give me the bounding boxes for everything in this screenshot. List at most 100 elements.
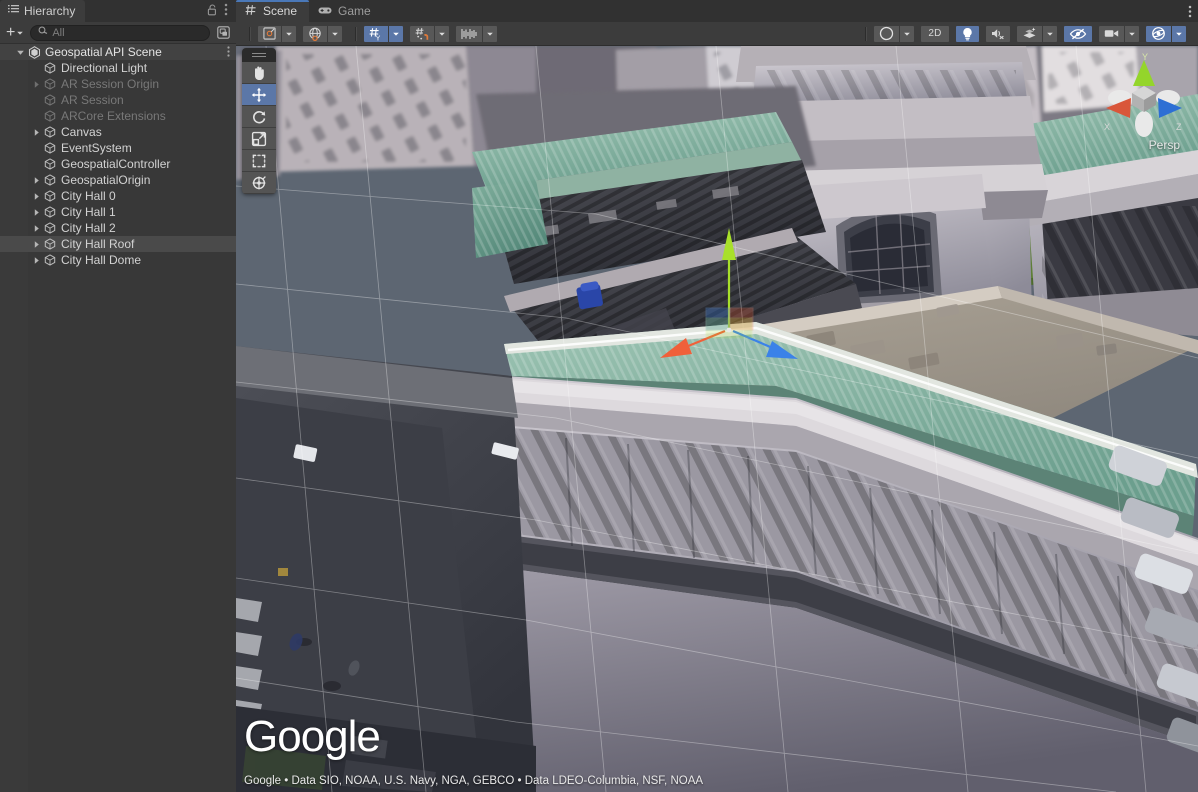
chevron-right-icon[interactable]: [30, 256, 42, 265]
gizmo-axis-z-label: Z: [1176, 122, 1182, 132]
rotate-tool[interactable]: [242, 106, 276, 128]
gameobject-icon: [42, 126, 58, 138]
pivot-toggle[interactable]: [257, 25, 281, 43]
gizmos-dropdown[interactable]: [1171, 25, 1187, 43]
tools-drag-handle[interactable]: [242, 48, 276, 62]
scene-panel-menu[interactable]: [1188, 0, 1192, 22]
add-gameobject-button[interactable]: +: [4, 25, 26, 41]
hierarchy-row-label: AR Session: [58, 93, 124, 107]
gameobject-icon: [42, 238, 58, 250]
gizmos-group: [1145, 25, 1187, 43]
transform-tool[interactable]: [242, 172, 276, 194]
chevron-right-icon[interactable]: [30, 176, 42, 185]
handle-space-dropdown[interactable]: [327, 25, 343, 43]
move-tool[interactable]: [242, 84, 276, 106]
hierarchy-row[interactable]: AR Session Origin: [0, 76, 236, 92]
snap-increment-button[interactable]: [409, 25, 434, 43]
hand-tool[interactable]: [242, 62, 276, 84]
unity-scene-icon: [26, 46, 42, 59]
tab-hierarchy[interactable]: Hierarchy: [0, 0, 85, 22]
fx-dropdown[interactable]: [1042, 25, 1058, 43]
hierarchy-rows: Geospatial API SceneDirectional LightAR …: [0, 44, 236, 268]
sub-window-icon[interactable]: [214, 25, 232, 41]
grid-snapping-group: Y: [363, 25, 404, 43]
scene-lighting-toggle[interactable]: [955, 25, 980, 43]
rect-tool[interactable]: [242, 150, 276, 172]
scene-audio-toggle[interactable]: [985, 25, 1011, 43]
hierarchy-row-label: City Hall 0: [58, 189, 116, 203]
2d-toggle[interactable]: 2D: [920, 25, 950, 43]
hierarchy-row[interactable]: City Hall 0: [0, 188, 236, 204]
scene-camera-dropdown[interactable]: [1124, 25, 1140, 43]
tab-game[interactable]: Game: [309, 0, 383, 22]
gizmos-toggle[interactable]: [1145, 25, 1171, 43]
toolbar-divider: [249, 27, 250, 41]
hierarchy-tab-actions: [207, 0, 232, 22]
toolbar-divider-2: [355, 27, 356, 41]
chevron-right-icon[interactable]: [30, 224, 42, 233]
snap-increment-group: [409, 25, 450, 43]
grid-size-dropdown[interactable]: [482, 25, 498, 43]
hierarchy-row[interactable]: City Hall Dome: [0, 252, 236, 268]
grid-size-slider[interactable]: [455, 25, 482, 43]
scene-viewport[interactable]: Y X Z Persp Google Google • Data SIO, NO…: [236, 46, 1198, 792]
gameobject-icon: [42, 142, 58, 154]
hierarchy-row[interactable]: City Hall 2: [0, 220, 236, 236]
gameobject-icon: [42, 62, 58, 74]
tab-scene[interactable]: Scene: [236, 0, 309, 22]
chevron-down-icon[interactable]: [14, 48, 26, 57]
scene-camera-button[interactable]: [1098, 25, 1124, 43]
hierarchy-row[interactable]: City Hall 1: [0, 204, 236, 220]
scene-tools-overlay: [242, 48, 276, 194]
scene-lighting-group: [955, 25, 980, 43]
chevron-right-icon[interactable]: [30, 208, 42, 217]
chevron-right-icon[interactable]: [30, 128, 42, 137]
hierarchy-search-field[interactable]: [30, 25, 210, 41]
search-icon: [38, 26, 48, 39]
grid-snapping-toggle[interactable]: Y: [363, 25, 388, 43]
hierarchy-row-menu[interactable]: [227, 46, 230, 60]
hierarchy-row[interactable]: GeospatialController: [0, 156, 236, 172]
handle-space-group: [302, 25, 343, 43]
hierarchy-row[interactable]: Canvas: [0, 124, 236, 140]
tab-game-label: Game: [338, 4, 371, 18]
hierarchy-row-label: City Hall Roof: [58, 237, 134, 251]
chevron-right-icon[interactable]: [30, 80, 42, 89]
handle-space-toggle[interactable]: [302, 25, 327, 43]
hierarchy-row-label: ARCore Extensions: [58, 109, 166, 123]
grid-snapping-dropdown[interactable]: [388, 25, 404, 43]
search-input[interactable]: [52, 27, 203, 39]
hierarchy-row[interactable]: Directional Light: [0, 60, 236, 76]
pivot-dropdown[interactable]: [281, 25, 297, 43]
draw-mode-button[interactable]: [873, 25, 899, 43]
scene-view-panel: Scene Game: [236, 0, 1198, 792]
list-icon: [8, 4, 19, 18]
scene-audio-group: [985, 25, 1011, 43]
gameobject-icon: [42, 206, 58, 218]
kebab-menu-icon[interactable]: [224, 3, 228, 19]
pivot-toggle-group: [257, 25, 297, 43]
hierarchy-row[interactable]: EventSystem: [0, 140, 236, 156]
chevron-right-icon[interactable]: [30, 240, 42, 249]
hierarchy-row[interactable]: AR Session: [0, 92, 236, 108]
hidden-objects-toggle[interactable]: [1063, 25, 1093, 43]
fx-toggle[interactable]: [1016, 25, 1042, 43]
2d-toggle-group: 2D: [920, 25, 950, 43]
hierarchy-toolbar: +: [0, 22, 236, 44]
scene-tab-bar: Scene Game: [236, 0, 1198, 22]
scale-tool[interactable]: [242, 128, 276, 150]
chevron-right-icon[interactable]: [30, 192, 42, 201]
hierarchy-row[interactable]: City Hall Roof: [0, 236, 236, 252]
hierarchy-row[interactable]: Geospatial API Scene: [0, 44, 236, 60]
draw-mode-dropdown[interactable]: [899, 25, 915, 43]
gizmo-axis-y-label: Y: [1142, 52, 1148, 62]
gameobject-icon: [42, 174, 58, 186]
hierarchy-row[interactable]: ARCore Extensions: [0, 108, 236, 124]
snap-increment-dropdown[interactable]: [434, 25, 450, 43]
draw-mode-group: [873, 25, 915, 43]
projection-mode-label[interactable]: Persp: [1149, 138, 1180, 152]
hierarchy-row[interactable]: GeospatialOrigin: [0, 172, 236, 188]
lock-icon[interactable]: [207, 4, 218, 19]
scene-view-toolbar: Y: [236, 22, 1198, 46]
hierarchy-tree[interactable]: Geospatial API SceneDirectional LightAR …: [0, 44, 236, 792]
